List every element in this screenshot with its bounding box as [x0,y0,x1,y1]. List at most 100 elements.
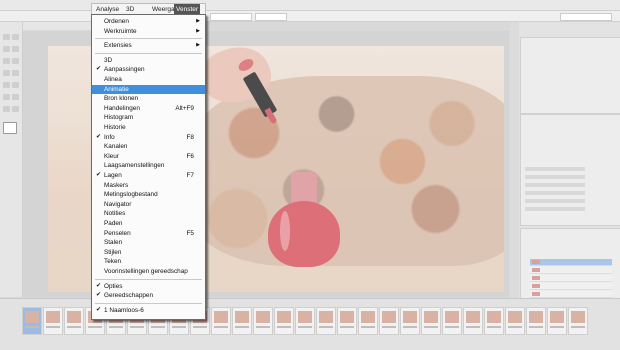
animation-frame[interactable] [43,307,63,335]
menu-item-alinea[interactable]: Alinea [92,75,205,84]
frame-delay[interactable] [382,326,396,328]
animation-frame[interactable] [337,307,357,335]
zoom-tool-icon[interactable] [12,106,19,112]
animation-frame[interactable] [568,307,588,335]
menu-item-penselen[interactable]: Penselen F5 [92,229,205,238]
type-tool-icon[interactable] [12,94,19,100]
animation-frame[interactable] [22,307,42,335]
frame-delay[interactable] [340,326,354,328]
menu-item-paden[interactable]: Paden [92,219,205,228]
menu-item-stijlen[interactable]: Stijlen [92,248,205,257]
workspace-switcher[interactable] [560,13,612,21]
animation-frame[interactable] [505,307,525,335]
frame-delay[interactable] [67,326,81,328]
options-field[interactable] [255,13,287,21]
frame-delay[interactable] [172,326,186,328]
menu-item-kanalen[interactable]: Kanalen [92,142,205,151]
menu-item-1-naamloos-6[interactable]: ✔ 1 Naamloos-6 [92,306,205,315]
animation-frame[interactable] [253,307,273,335]
frame-delay[interactable] [403,326,417,328]
brush-tool-icon[interactable] [3,70,10,76]
frame-delay[interactable] [193,326,207,328]
crop-tool-icon[interactable] [3,58,10,64]
animation-frame[interactable] [463,307,483,335]
frame-delay[interactable] [550,326,564,328]
animation-frame[interactable] [379,307,399,335]
frame-delay[interactable] [277,326,291,328]
layer-row[interactable] [530,275,612,282]
menu-item-bron-klonen[interactable]: Bron klonen [92,94,205,103]
frame-delay[interactable] [445,326,459,328]
frame-delay[interactable] [256,326,270,328]
animation-frame[interactable] [274,307,294,335]
frame-delay[interactable] [151,326,165,328]
menu-item-teken[interactable]: Teken [92,257,205,266]
animation-frame[interactable] [421,307,441,335]
frame-delay[interactable] [235,326,249,328]
menu-item-stalen[interactable]: Stalen [92,238,205,247]
menu-item-opties[interactable]: ✔ Opties [92,282,205,291]
frame-delay[interactable] [529,326,543,328]
menu-item-lagen[interactable]: ✔ Lagen F7 [92,171,205,180]
marquee-tool-icon[interactable] [12,34,19,40]
frame-delay[interactable] [319,326,333,328]
menu-item-werkruimte[interactable]: Werkruimte ▶ [92,27,205,36]
menu-item-voorinstellingen-gereedschap[interactable]: Voorinstellingen gereedschap [92,267,205,276]
options-field[interactable] [210,13,252,21]
stamp-tool-icon[interactable] [12,70,19,76]
menu-item-historie[interactable]: Historie [92,123,205,132]
menu-item-info[interactable]: ✔ Info F8 [92,133,205,142]
frame-delay[interactable] [508,326,522,328]
animation-frame[interactable] [295,307,315,335]
menu-item-ordenen[interactable]: Ordenen ▶ [92,17,205,26]
layer-row[interactable] [530,283,612,290]
pen-tool-icon[interactable] [3,94,10,100]
frame-delay[interactable] [361,326,375,328]
frame-delay[interactable] [88,326,102,328]
animation-frame[interactable] [442,307,462,335]
frame-delay[interactable] [466,326,480,328]
eraser-tool-icon[interactable] [3,82,10,88]
layer-row[interactable] [530,259,612,266]
frame-delay[interactable] [487,326,501,328]
animation-frame[interactable] [400,307,420,335]
menu-item-laagsamenstellingen[interactable]: Laagsamenstellingen [92,161,205,170]
menu-item-navigator[interactable]: Navigator [92,200,205,209]
frame-delay[interactable] [46,326,60,328]
layer-row[interactable] [530,267,612,274]
wand-tool-icon[interactable] [12,46,19,52]
frame-delay[interactable] [298,326,312,328]
frame-delay[interactable] [424,326,438,328]
hand-tool-icon[interactable] [3,106,10,112]
animation-frame[interactable] [484,307,504,335]
animation-frame[interactable] [526,307,546,335]
menu-item-histogram[interactable]: Histogram [92,113,205,122]
animation-frame[interactable] [547,307,567,335]
menu-item-gereedschappen[interactable]: ✔ Gereedschappen [92,291,205,300]
move-tool-icon[interactable] [3,34,10,40]
menu-item-animatie[interactable]: Animatie [92,84,205,94]
menu-item-extensies[interactable]: Extensies ▶ [92,41,205,50]
lasso-tool-icon[interactable] [3,46,10,52]
menu-item-aanpassingen[interactable]: ✔ Aanpassingen [92,65,205,74]
color-swatch-icon[interactable] [3,122,17,134]
animation-frame[interactable] [232,307,252,335]
menu-item-maskers[interactable]: Maskers [92,181,205,190]
frame-delay[interactable] [571,326,585,328]
frame-delay[interactable] [214,326,228,328]
menu-item-3d[interactable]: 3D [92,56,205,65]
layer-row[interactable] [530,291,612,298]
menu-item-metingslogbestand[interactable]: Metingslogbestand [92,190,205,199]
animation-frame[interactable] [211,307,231,335]
frame-delay[interactable] [109,326,123,328]
animation-frame[interactable] [64,307,84,335]
gradient-tool-icon[interactable] [12,82,19,88]
menu-item-handelingen[interactable]: Handelingen Alt+F9 [92,104,205,113]
frame-delay[interactable] [130,326,144,328]
animation-frame[interactable] [316,307,336,335]
menu-item-notities[interactable]: Notities [92,209,205,218]
eyedropper-tool-icon[interactable] [12,58,19,64]
animation-frame[interactable] [358,307,378,335]
frame-delay[interactable] [25,326,39,328]
menu-item-kleur[interactable]: Kleur F6 [92,152,205,161]
